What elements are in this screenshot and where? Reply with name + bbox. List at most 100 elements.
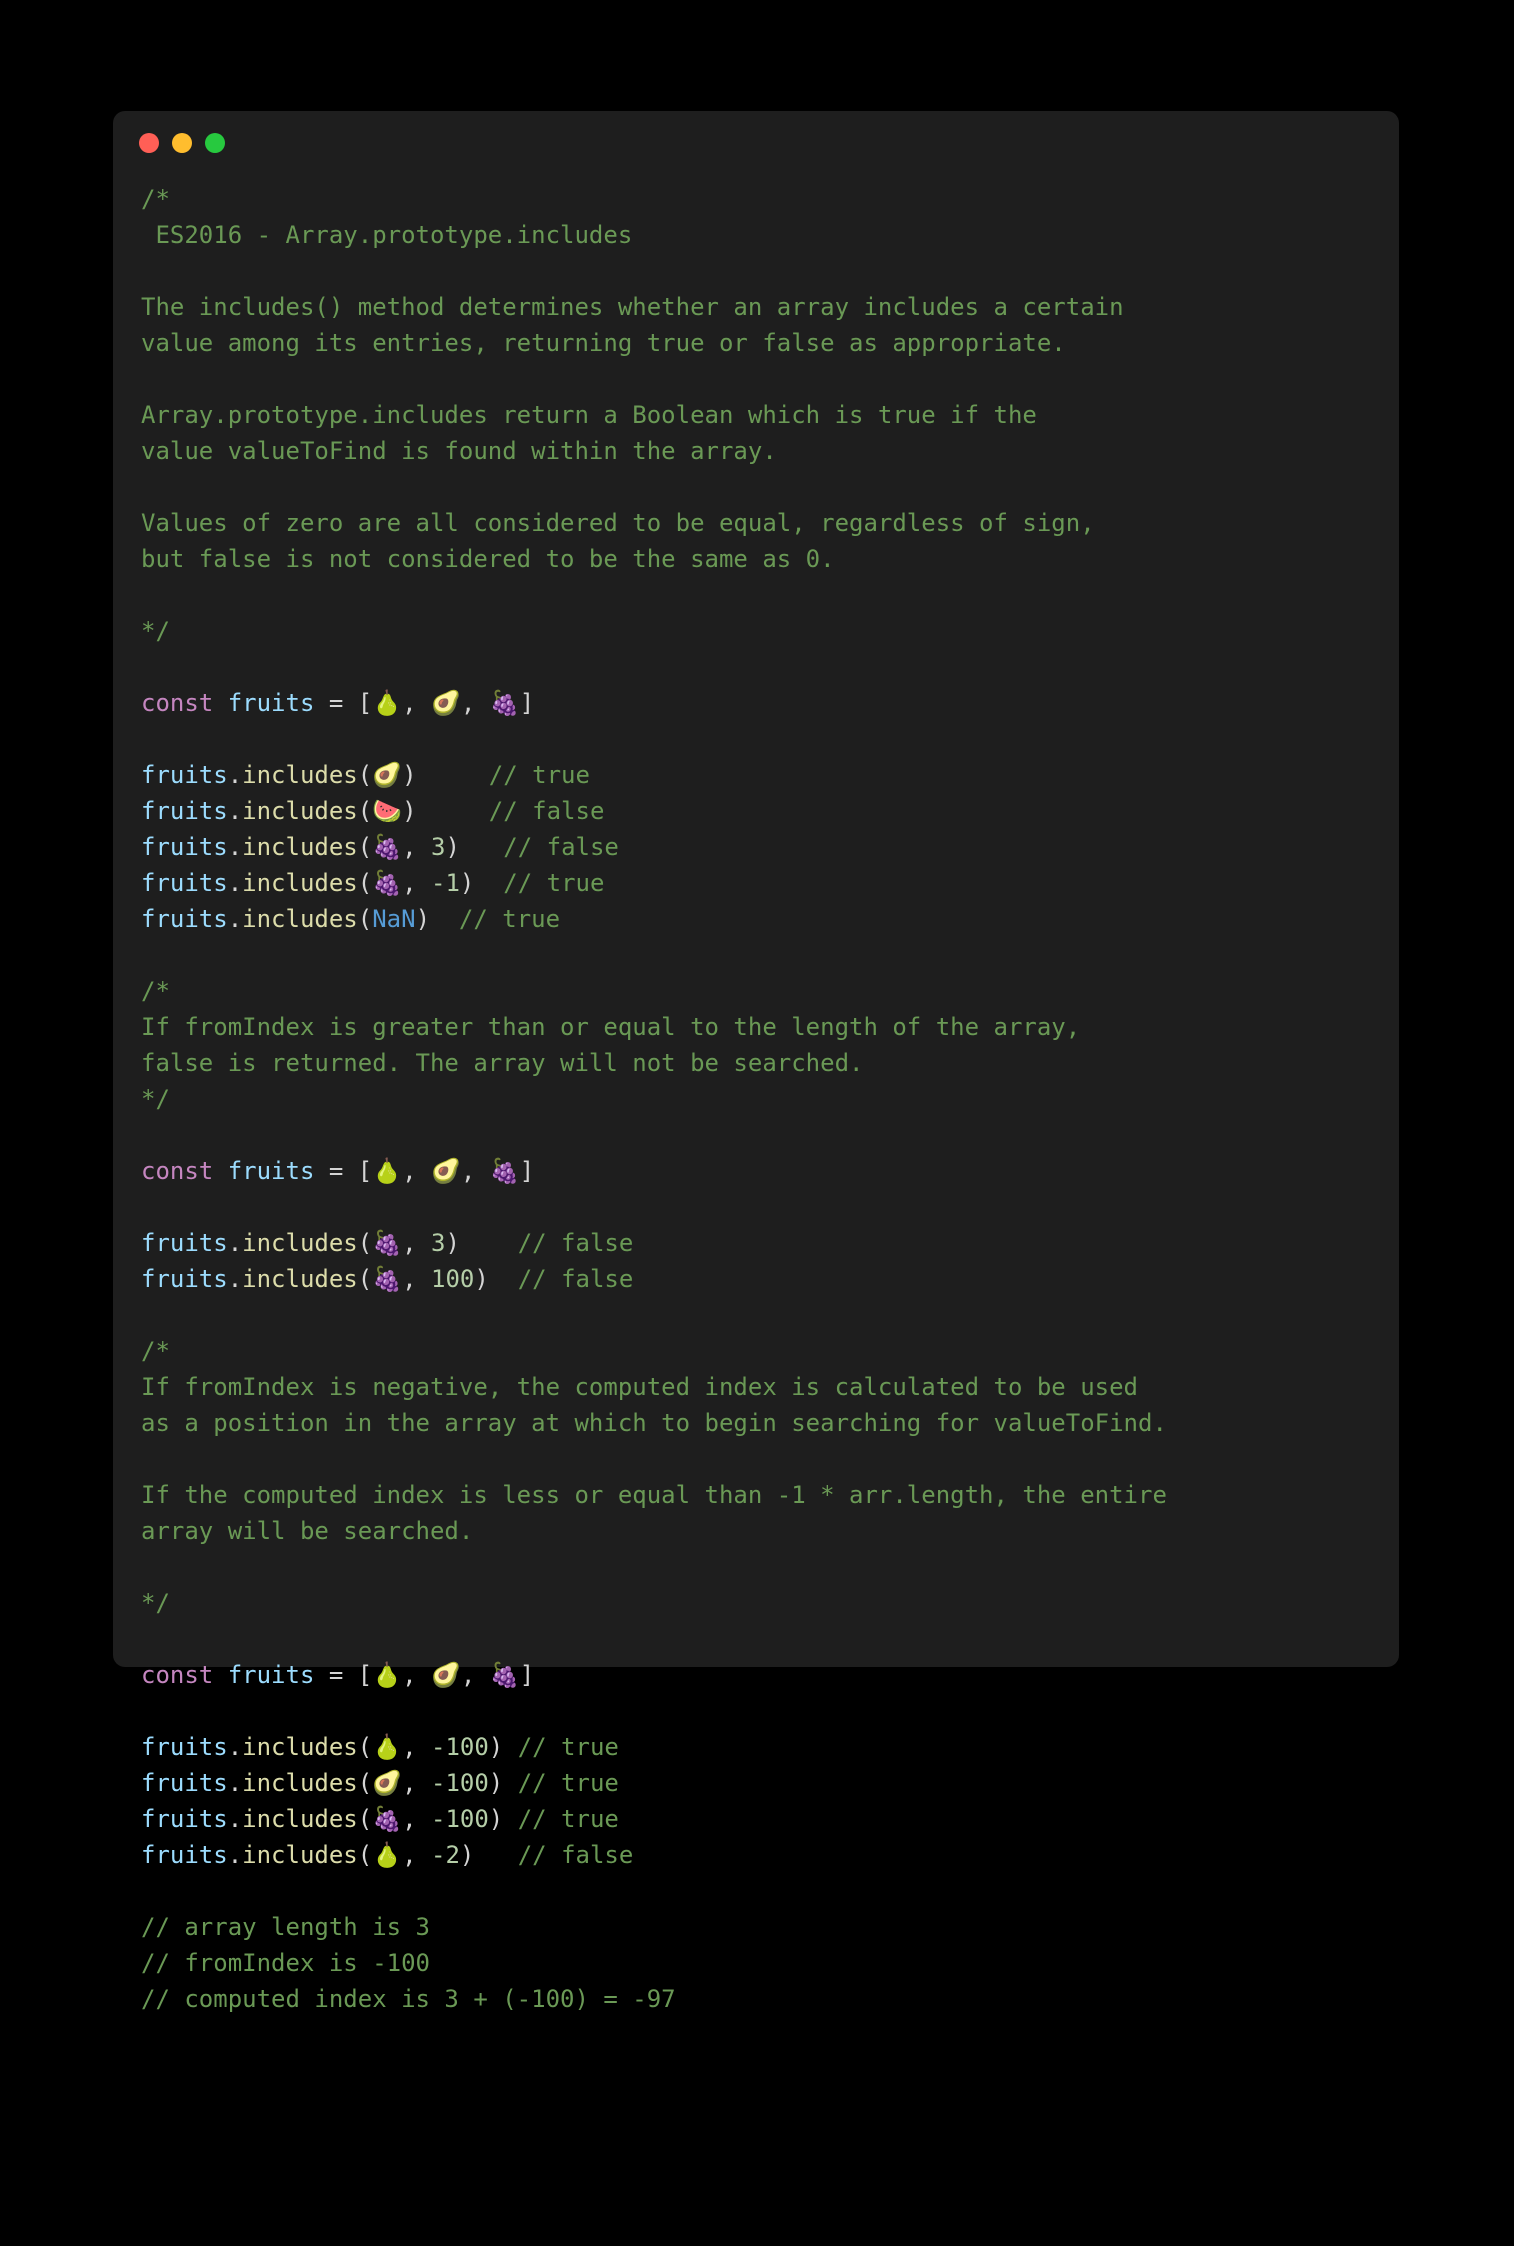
tail-comment-3: // computed index is 3 + (-100) = -97 bbox=[141, 1985, 676, 2013]
paren-open: ( bbox=[358, 1841, 372, 1869]
var-fruits: fruits bbox=[141, 1229, 228, 1257]
grapes-icon: 🍇 bbox=[372, 869, 402, 897]
comment-false: // false bbox=[489, 797, 605, 825]
comma: , bbox=[402, 1229, 431, 1257]
method-includes: includes bbox=[242, 833, 358, 861]
number-neg100: -100 bbox=[431, 1805, 489, 1833]
comma: , bbox=[461, 1157, 490, 1185]
traffic-light-zoom[interactable] bbox=[205, 133, 225, 153]
comment-true: // true bbox=[459, 905, 560, 933]
dot: . bbox=[228, 1769, 242, 1797]
paren-close: ) bbox=[402, 761, 416, 789]
block-comment-3: /* If fromIndex is negative, the compute… bbox=[141, 1337, 1167, 1617]
pear-icon: 🍐 bbox=[372, 1661, 402, 1689]
paren-close: ) bbox=[489, 1769, 503, 1797]
grapes-icon: 🍇 bbox=[372, 1805, 402, 1833]
tail-comment-2: // fromIndex is -100 bbox=[141, 1949, 430, 1977]
comma: , bbox=[402, 869, 431, 897]
watermelon-icon: 🍉 bbox=[372, 797, 402, 825]
dot: . bbox=[228, 905, 242, 933]
dot: . bbox=[228, 1841, 242, 1869]
var-fruits: fruits bbox=[141, 1841, 228, 1869]
pear-icon: 🍐 bbox=[372, 1733, 402, 1761]
paren-close: ) bbox=[460, 869, 474, 897]
paren-close: ) bbox=[445, 1229, 459, 1257]
traffic-light-minimize[interactable] bbox=[172, 133, 192, 153]
avocado-icon: 🥑 bbox=[431, 689, 461, 717]
comment-true: // true bbox=[503, 869, 604, 897]
paren-open: ( bbox=[358, 1805, 372, 1833]
paren-close: ) bbox=[460, 1841, 474, 1869]
comma: , bbox=[402, 1769, 431, 1797]
equals: = bbox=[314, 1661, 357, 1689]
var-fruits: fruits bbox=[141, 1769, 228, 1797]
comma: , bbox=[402, 833, 431, 861]
paren-close: ) bbox=[489, 1805, 503, 1833]
comma: , bbox=[402, 1661, 431, 1689]
var-fruits: fruits bbox=[141, 869, 228, 897]
equals: = bbox=[314, 689, 357, 717]
var-fruits: fruits bbox=[141, 1805, 228, 1833]
traffic-lights bbox=[113, 111, 1399, 153]
method-includes: includes bbox=[242, 905, 358, 933]
method-includes: includes bbox=[242, 1769, 358, 1797]
pear-icon: 🍐 bbox=[372, 1841, 402, 1869]
nan-const: NaN bbox=[372, 905, 415, 933]
dot: . bbox=[228, 797, 242, 825]
avocado-icon: 🥑 bbox=[372, 761, 402, 789]
tail-comment-1: // array length is 3 bbox=[141, 1913, 430, 1941]
comment-false: // false bbox=[518, 1229, 634, 1257]
paren-open: ( bbox=[358, 833, 372, 861]
grapes-icon: 🍇 bbox=[490, 689, 520, 717]
paren-open: ( bbox=[358, 1769, 372, 1797]
comma: , bbox=[402, 1841, 431, 1869]
bracket-close: ] bbox=[520, 689, 534, 717]
comment-false: // false bbox=[518, 1265, 634, 1293]
comma: , bbox=[402, 1157, 431, 1185]
grapes-icon: 🍇 bbox=[372, 1229, 402, 1257]
grapes-icon: 🍇 bbox=[372, 1265, 402, 1293]
comma: , bbox=[461, 1661, 490, 1689]
method-includes: includes bbox=[242, 869, 358, 897]
bracket-close: ] bbox=[520, 1157, 534, 1185]
keyword-const: const bbox=[141, 1661, 213, 1689]
dot: . bbox=[228, 869, 242, 897]
dot: . bbox=[228, 1229, 242, 1257]
method-includes: includes bbox=[242, 1805, 358, 1833]
comment-true: // true bbox=[489, 761, 590, 789]
dot: . bbox=[228, 761, 242, 789]
paren-close: ) bbox=[489, 1733, 503, 1761]
paren-open: ( bbox=[358, 1229, 372, 1257]
number-3: 3 bbox=[431, 1229, 445, 1257]
paren-open: ( bbox=[358, 761, 372, 789]
bracket-open: [ bbox=[358, 1661, 372, 1689]
comment-false: // false bbox=[503, 833, 619, 861]
paren-open: ( bbox=[358, 1265, 372, 1293]
number-100: 100 bbox=[431, 1265, 474, 1293]
avocado-icon: 🥑 bbox=[372, 1769, 402, 1797]
bracket-close: ] bbox=[520, 1661, 534, 1689]
traffic-light-close[interactable] bbox=[139, 133, 159, 153]
var-fruits: fruits bbox=[228, 1157, 315, 1185]
var-fruits: fruits bbox=[141, 1265, 228, 1293]
comma: , bbox=[402, 1733, 431, 1761]
dot: . bbox=[228, 1805, 242, 1833]
comment-true: // true bbox=[518, 1733, 619, 1761]
var-fruits: fruits bbox=[141, 1733, 228, 1761]
comma: , bbox=[402, 1265, 431, 1293]
avocado-icon: 🥑 bbox=[431, 1157, 461, 1185]
comma: , bbox=[461, 689, 490, 717]
var-fruits: fruits bbox=[141, 797, 228, 825]
dot: . bbox=[228, 1265, 242, 1293]
pear-icon: 🍐 bbox=[372, 689, 402, 717]
var-fruits: fruits bbox=[141, 761, 228, 789]
number-neg100: -100 bbox=[431, 1769, 489, 1797]
comment-true: // true bbox=[518, 1805, 619, 1833]
comma: , bbox=[402, 689, 431, 717]
var-fruits: fruits bbox=[141, 833, 228, 861]
number-neg2: -2 bbox=[431, 1841, 460, 1869]
bracket-open: [ bbox=[358, 689, 372, 717]
method-includes: includes bbox=[242, 1265, 358, 1293]
method-includes: includes bbox=[242, 761, 358, 789]
grapes-icon: 🍇 bbox=[490, 1157, 520, 1185]
